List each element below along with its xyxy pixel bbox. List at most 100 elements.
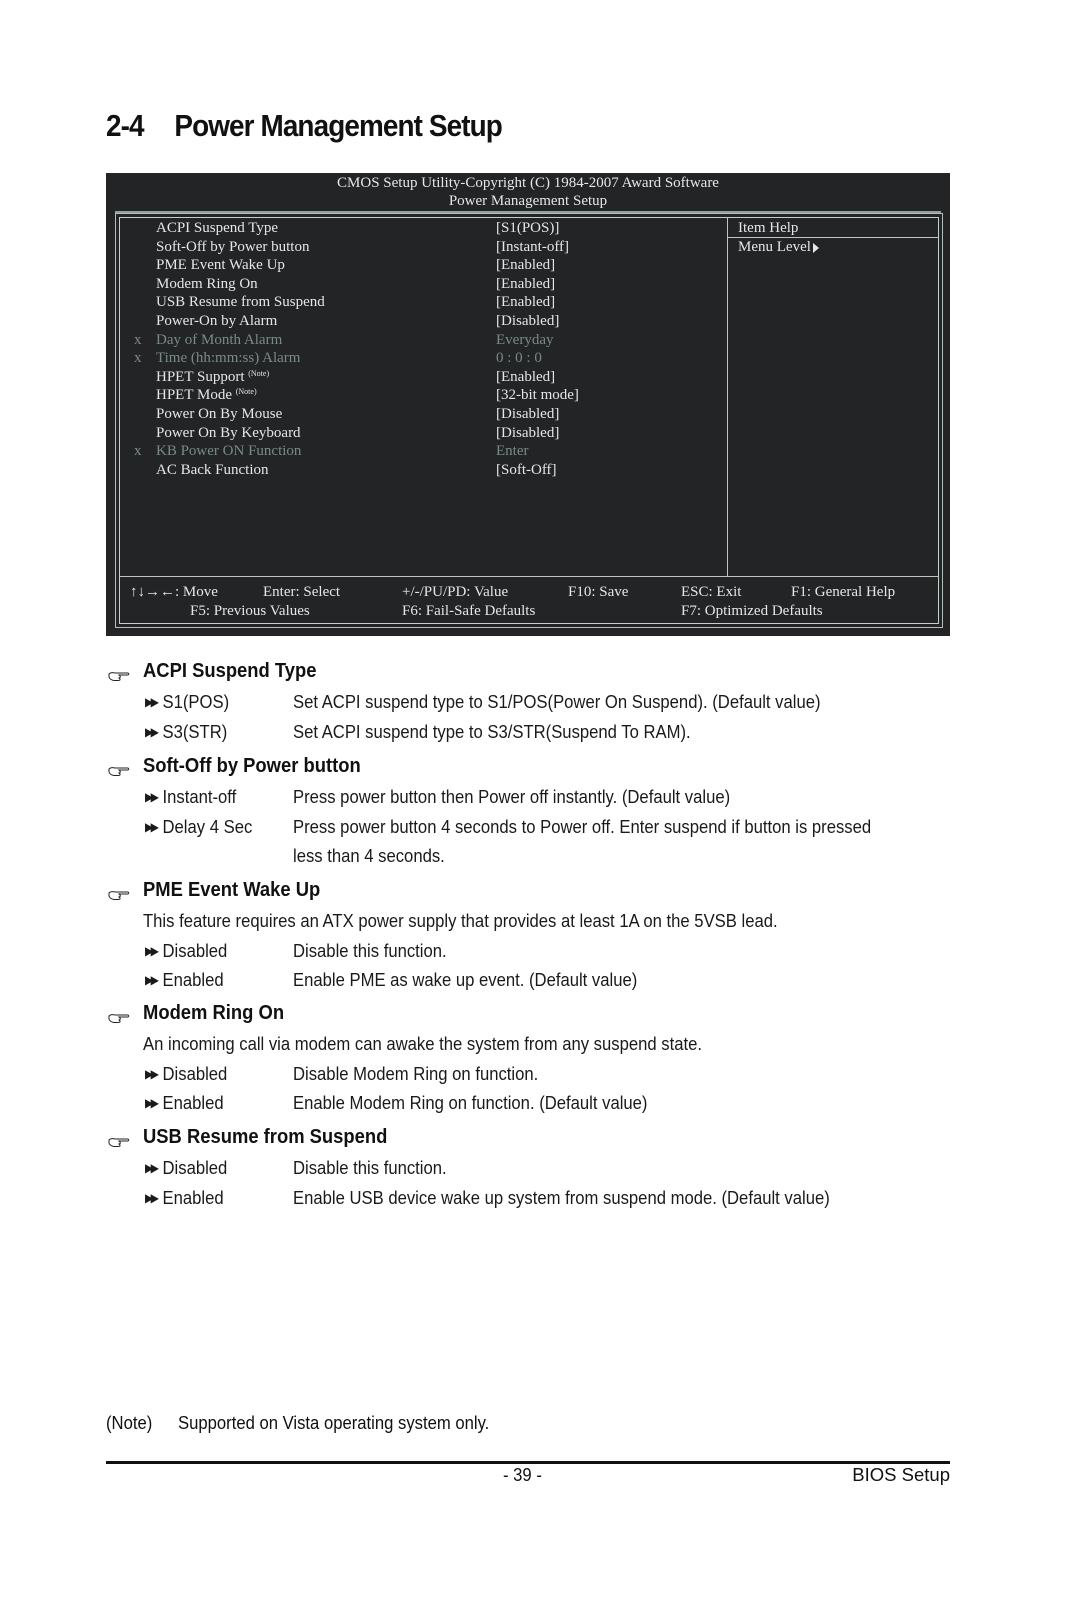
option-description: Enable Modem Ring on function. (Default … (293, 1092, 648, 1113)
bios-item[interactable]: Modem Ring On [Enabled] (120, 275, 720, 294)
bios-item-value[interactable]: [Enabled] (496, 275, 555, 294)
pointing-hand-icon (108, 669, 130, 681)
bios-frame-inner: ACPI Suspend Type [S1(POS)] Soft-Off by Po… (119, 217, 939, 624)
bios-item-label: Soft-Off by Power button (156, 238, 309, 257)
bios-item-value[interactable]: [Disabled] (496, 424, 559, 443)
option-description: Disable Modem Ring on function. (293, 1062, 539, 1084)
option-name: ▶▶ Disabled (145, 1063, 227, 1085)
bios-item-label: KB Power ON Function (156, 442, 301, 461)
double-arrow-icon: ▶▶ (145, 1066, 159, 1081)
bios-item-label: Power-On by Alarm (156, 312, 277, 331)
bios-item-label: Day of Month Alarm (156, 331, 282, 350)
option-name-text: S3(STR) (162, 720, 228, 742)
bios-item-value[interactable]: Everyday (496, 331, 553, 350)
bios-item[interactable]: PME Event Wake Up [Enabled] (120, 256, 720, 275)
bios-item-label-text: ACPI Suspend Type (156, 220, 279, 236)
bios-item-label-text: AC Back Function (156, 461, 269, 478)
note-marker: (Note) (248, 368, 270, 378)
bios-item[interactable]: ACPI Suspend Type [S1(POS)] (120, 219, 720, 238)
bios-item[interactable]: Soft-Off by Power button [Instant-off] (120, 238, 720, 257)
bios-item-label-text: Modem Ring On (156, 275, 258, 292)
key-previous-values: F5: Previous Values (190, 603, 310, 619)
bios-item[interactable]: x KB Power ON Function Enter (120, 442, 720, 461)
bios-item[interactable]: HPET Mode (Note) [32-bit mode] (120, 386, 720, 405)
double-arrow-icon: ▶▶ (145, 943, 159, 958)
key-value: +/-/PU/PD: Value (402, 584, 509, 600)
bios-item-value[interactable]: [32-bit mode] (496, 386, 579, 405)
double-arrow-icon: ▶▶ (145, 790, 159, 804)
option-name: ▶▶ Enabled (145, 969, 224, 991)
bios-item-value[interactable]: [Instant-off] (496, 238, 569, 257)
menu-level: Menu Level (738, 238, 819, 256)
key-move: ↑↓→←: Move (130, 584, 218, 600)
bios-item-label: HPET Mode (Note) (156, 386, 257, 405)
bios-item-label-text: USB Resume from Suspend (156, 294, 325, 311)
option-name-text: Enabled (162, 1092, 224, 1113)
bios-item-label: USB Resume from Suspend (156, 293, 325, 312)
bios-item-label-text: Power-On by Alarm (156, 312, 278, 329)
option-name-text: Disabled (162, 1157, 228, 1178)
option-name-text: Enabled (162, 969, 224, 990)
bios-item-label-text: KB Power ON Function (156, 443, 302, 460)
option-name: ▶▶ S3(STR) (145, 721, 227, 743)
triangle-right-icon (812, 242, 819, 253)
option-name-text: Delay 4 Sec (162, 815, 253, 837)
keys-divider (120, 576, 938, 577)
option-description-cont: less than 4 seconds. (293, 845, 445, 866)
option-name-text: Enabled (162, 1186, 224, 1208)
option-name: ▶▶ Disabled (145, 940, 227, 962)
disabled-mark: x (134, 350, 142, 367)
bios-item[interactable]: x Day of Month Alarm Everyday (120, 331, 720, 350)
bios-item[interactable]: USB Resume from Suspend [Enabled] (120, 293, 720, 312)
bios-item[interactable]: HPET Support (Note) [Enabled] (120, 368, 720, 387)
bios-item[interactable]: Power-On by Alarm [Disabled] (120, 312, 720, 331)
help-divider (727, 218, 728, 576)
bios-copyright: CMOS Setup Utility-Copyright (C) 1984-20… (337, 175, 719, 191)
bios-item[interactable]: AC Back Function [Soft-Off] (120, 461, 720, 480)
option-name: ▶▶ Disabled (145, 1157, 227, 1179)
pointing-hand-icon (108, 888, 130, 900)
bios-item[interactable]: Power On By Keyboard [Disabled] (120, 424, 720, 443)
section-heading: ACPI Suspend Type (143, 660, 317, 682)
bios-item-value[interactable]: [S1(POS)] (496, 219, 559, 238)
option-name-text: Instant-off (162, 786, 237, 807)
section-heading: USB Resume from Suspend (143, 1126, 388, 1148)
pointing-hand-icon (108, 1011, 130, 1023)
bios-item-value[interactable]: [Enabled] (496, 256, 555, 275)
bios-item-value[interactable]: 0 : 0 : 0 (496, 349, 542, 368)
bios-item-value[interactable]: [Disabled] (496, 312, 559, 331)
bios-item-label: Power On By Keyboard (156, 424, 301, 443)
section-heading: Modem Ring On (143, 1002, 285, 1024)
bios-item-label-text: HPET Support (156, 368, 245, 385)
key-general-help: F1: General Help (791, 584, 896, 600)
double-arrow-icon: ▶▶ (145, 819, 159, 834)
bios-item[interactable]: Power On By Mouse [Disabled] (120, 405, 720, 424)
page-number: - 39 - (503, 1464, 542, 1485)
bios-item-label-text: Power On By Mouse (156, 405, 283, 422)
option-description: Disable this function. (293, 939, 447, 961)
bios-item-value[interactable]: Enter (496, 442, 528, 461)
option-name-text: Disabled (162, 939, 228, 961)
section-intro: An incoming call via modem can awake the… (143, 1033, 702, 1054)
bios-header: CMOS Setup Utility-Copyright (C) 1984-20… (106, 173, 950, 210)
page-title: 2-4 Power Management Setup (106, 108, 503, 144)
bios-item-value[interactable]: [Enabled] (496, 368, 555, 387)
key-save: F10: Save (568, 584, 629, 600)
note-marker: (Note) (235, 387, 257, 397)
bios-item-label-text: Soft-Off by Power button (156, 238, 310, 255)
option-name-text: Disabled (162, 1062, 228, 1084)
disabled-mark: x (134, 443, 142, 460)
bios-frame: ACPI Suspend Type [S1(POS)] Soft-Off by Po… (115, 213, 943, 628)
bios-item-value[interactable]: [Enabled] (496, 293, 555, 312)
pointing-hand-icon (108, 1135, 130, 1147)
bios-item-value[interactable]: [Disabled] (496, 405, 559, 424)
footnote-text: Supported on Vista operating system only… (178, 1412, 490, 1433)
key-exit: ESC: Exit (681, 584, 742, 600)
menu-level-label: Menu Level (738, 239, 811, 255)
bios-item[interactable]: x Time (hh:mm:ss) Alarm 0 : 0 : 0 (120, 349, 720, 368)
option-description: Press power button then Power off instan… (293, 786, 731, 807)
bios-item-label-text: HPET Mode (156, 387, 232, 404)
disabled-mark: x (134, 331, 142, 348)
section-intro: This feature requires an ATX power suppl… (143, 910, 778, 931)
bios-item-value[interactable]: [Soft-Off] (496, 461, 557, 480)
